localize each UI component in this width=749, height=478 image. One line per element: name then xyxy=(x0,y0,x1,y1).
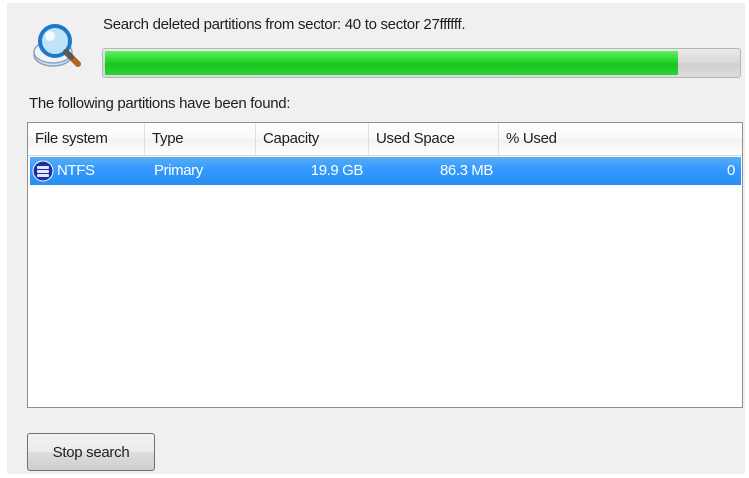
column-header-used-space[interactable]: Used Space xyxy=(369,123,499,155)
column-header-capacity[interactable]: Capacity xyxy=(256,123,369,155)
search-progress-fill xyxy=(105,51,678,75)
cell-used-space: 86.3 MB xyxy=(439,162,493,179)
cell-file-system: NTFS xyxy=(57,162,95,179)
column-header-type[interactable]: Type xyxy=(145,123,256,155)
search-icon xyxy=(31,17,87,73)
cell-type: Primary xyxy=(154,162,203,179)
found-partitions-label: The following partitions have been found… xyxy=(29,95,291,112)
column-header-file-system[interactable]: File system xyxy=(28,123,145,155)
drive-icon xyxy=(32,160,54,182)
search-status-text: Search deleted partitions from sector: 4… xyxy=(103,16,466,33)
cell-capacity: 19.9 GB xyxy=(310,162,364,179)
stop-search-button[interactable]: Stop search xyxy=(27,433,155,471)
cell-percent-used: 0 xyxy=(727,162,735,179)
partitions-list[interactable]: File system Type Capacity Used Space % U… xyxy=(27,122,743,408)
column-header-percent-used[interactable]: % Used xyxy=(499,123,742,155)
partition-row[interactable]: NTFS Primary 19.9 GB 86.3 MB 0 xyxy=(30,157,741,185)
search-progress-bar xyxy=(102,48,741,78)
list-header: File system Type Capacity Used Space % U… xyxy=(28,123,742,156)
search-dialog: Search deleted partitions from sector: 4… xyxy=(7,3,745,474)
